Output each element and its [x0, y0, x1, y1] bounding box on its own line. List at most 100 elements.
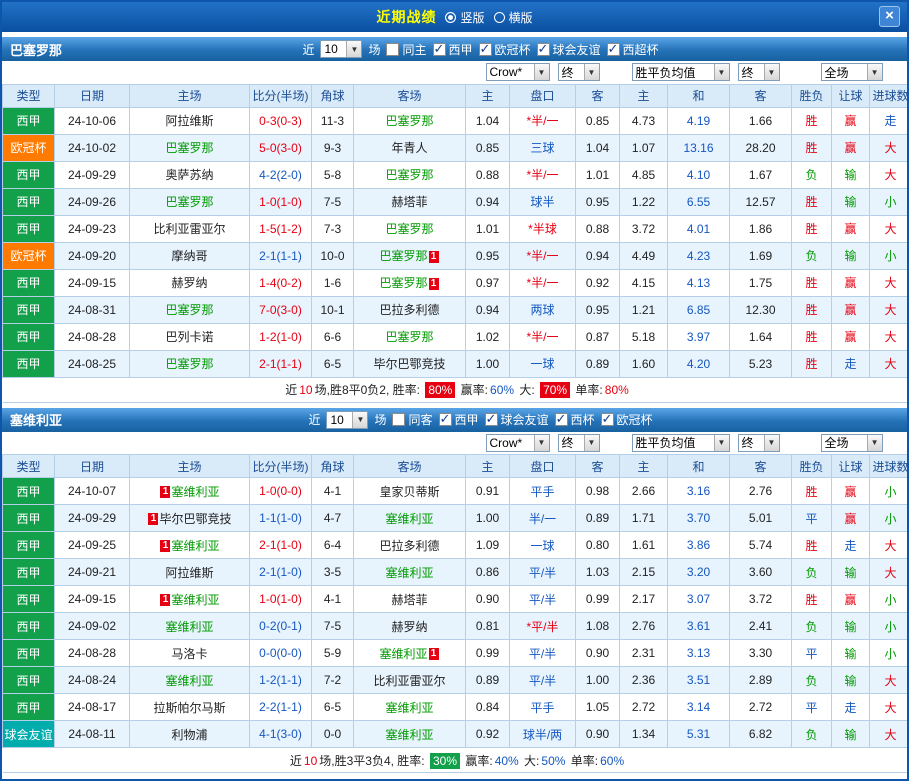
league-filter-checkbox[interactable]: 球会友谊 [537, 41, 601, 58]
home-team-name[interactable]: 拉斯帕尔马斯 [153, 701, 225, 715]
away-team-name[interactable]: 巴拉多利德 [379, 303, 439, 317]
away-team-name[interactable]: 皇家贝蒂斯 [379, 485, 439, 499]
close-button[interactable]: × [879, 6, 900, 27]
score-cell[interactable]: 2-2(1-1) [250, 694, 312, 721]
home-team-name[interactable]: 塞维利亚 [165, 674, 213, 688]
layout-vertical-radio[interactable]: 竖版 [445, 9, 484, 26]
home-team-name[interactable]: 巴塞罗那 [165, 195, 213, 209]
match-date: 24-09-23 [55, 215, 130, 242]
away-team-name[interactable]: 比利亚雷亚尔 [373, 674, 445, 688]
league-filter-checkbox[interactable]: 欧冠杯 [601, 411, 653, 428]
score-cell[interactable]: 1-2(1-1) [250, 667, 312, 694]
home-team-name[interactable]: 巴塞罗那 [165, 141, 213, 155]
home-team-name[interactable]: 塞维利亚 [171, 485, 219, 499]
home-team-cell: 奥萨苏纳 [130, 161, 250, 188]
away-team-name[interactable]: 塞维利亚 [385, 566, 433, 580]
score-cell[interactable]: 1-0(1-0) [250, 188, 312, 215]
away-team-name[interactable]: 毕尔巴鄂竞技 [373, 357, 445, 371]
chevron-down-icon: ▼ [867, 64, 882, 80]
home-team-name[interactable]: 塞维利亚 [171, 593, 219, 607]
scope-select[interactable]: 全场▼ [821, 63, 883, 81]
odds-stage-select[interactable]: 终▼ [558, 63, 600, 81]
layout-horizontal-radio[interactable]: 横版 [494, 9, 533, 26]
avg-stage-select[interactable]: 终▼ [738, 434, 780, 452]
home-team-name[interactable]: 阿拉维斯 [165, 114, 213, 128]
away-team-name[interactable]: 巴塞罗那 [385, 222, 433, 236]
titlebar-center: 近期战绩 竖版 横版 [2, 7, 907, 27]
away-team-name[interactable]: 巴塞罗那 [385, 330, 433, 344]
score-cell[interactable]: 4-2(2-0) [250, 161, 312, 188]
home-team-name[interactable]: 巴列卡诺 [165, 330, 213, 344]
match-count-select[interactable]: 10▼ [320, 40, 362, 58]
home-team-name[interactable]: 比利亚雷亚尔 [153, 222, 225, 236]
home-team-name[interactable]: 巴塞罗那 [165, 303, 213, 317]
handicap-line: 球半 [510, 188, 576, 215]
layout-horizontal-label: 横版 [509, 9, 533, 26]
score-cell[interactable]: 0-0(0-0) [250, 640, 312, 667]
avg-filter-cell: 胜平负均值▼ 终▼ [620, 61, 792, 84]
home-team-name[interactable]: 塞维利亚 [171, 539, 219, 553]
league-type-cell: 西甲 [3, 296, 55, 323]
league-filter-checkbox[interactable]: 西甲 [439, 411, 479, 428]
score-cell[interactable]: 7-0(3-0) [250, 296, 312, 323]
avg-type-select[interactable]: 胜平负均值▼ [632, 63, 730, 81]
away-team-name[interactable]: 巴塞罗那 [385, 114, 433, 128]
avg-stage-select[interactable]: 终▼ [738, 63, 780, 81]
league-filter-checkbox[interactable]: 球会友谊 [485, 411, 549, 428]
league-filter-checkbox[interactable]: 西杯 [555, 411, 595, 428]
avg-away-odds: 2.72 [730, 694, 792, 721]
match-date: 24-08-28 [55, 640, 130, 667]
same-venue-checkbox[interactable]: 同客 [392, 411, 432, 428]
score-cell[interactable]: 0-2(0-1) [250, 613, 312, 640]
home-team-name[interactable]: 毕尔巴鄂竞技 [159, 512, 231, 526]
score-cell[interactable]: 2-1(1-0) [250, 559, 312, 586]
bookmaker-select[interactable]: Crow*▼ [486, 434, 550, 452]
away-team-name[interactable]: 巴塞罗那 [379, 276, 427, 290]
score-cell[interactable]: 2-1(1-1) [250, 350, 312, 377]
score-cell[interactable]: 2-1(1-1) [250, 242, 312, 269]
away-team-name[interactable]: 赫塔菲 [391, 593, 427, 607]
score-cell[interactable]: 0-3(0-3) [250, 107, 312, 134]
score-cell[interactable]: 1-1(1-0) [250, 505, 312, 532]
score-cell[interactable]: 5-0(3-0) [250, 134, 312, 161]
league-filter-checkbox[interactable]: 欧冠杯 [479, 41, 531, 58]
score-cell[interactable]: 4-1(3-0) [250, 721, 312, 748]
score-cell[interactable]: 2-1(1-0) [250, 532, 312, 559]
league-filter-checkbox[interactable]: 西甲 [433, 41, 473, 58]
home-team-name[interactable]: 马洛卡 [171, 647, 207, 661]
match-date: 24-08-25 [55, 350, 130, 377]
away-team-name[interactable]: 塞维利亚 [385, 728, 433, 742]
away-team-name[interactable]: 赫塔菲 [391, 195, 427, 209]
away-team-name[interactable]: 赫罗纳 [391, 620, 427, 634]
score-cell[interactable]: 1-0(1-0) [250, 586, 312, 613]
home-team-name[interactable]: 奥萨苏纳 [165, 168, 213, 182]
score-cell[interactable]: 1-0(0-0) [250, 478, 312, 505]
avg-home-odds: 1.71 [620, 505, 668, 532]
same-venue-checkbox[interactable]: 同主 [386, 41, 426, 58]
home-team-name[interactable]: 利物浦 [171, 728, 207, 742]
away-team-name[interactable]: 巴塞罗那 [379, 249, 427, 263]
games-label: 场 [368, 41, 380, 58]
home-team-name[interactable]: 赫罗纳 [171, 276, 207, 290]
odds-stage-select[interactable]: 终▼ [558, 434, 600, 452]
match-count-select[interactable]: 10▼ [326, 411, 368, 429]
scope-select[interactable]: 全场▼ [821, 434, 883, 452]
away-team-name[interactable]: 巴塞罗那 [385, 168, 433, 182]
away-team-name[interactable]: 年青人 [391, 141, 427, 155]
away-team-name[interactable]: 塞维利亚 [379, 647, 427, 661]
league-filter-checkbox[interactable]: 西超杯 [607, 41, 659, 58]
home-team-name[interactable]: 摩纳哥 [171, 249, 207, 263]
score-cell[interactable]: 1-5(1-2) [250, 215, 312, 242]
home-team-name[interactable]: 塞维利亚 [165, 620, 213, 634]
home-team-name[interactable]: 巴塞罗那 [165, 357, 213, 371]
corner-cell: 5-8 [312, 161, 354, 188]
score-cell[interactable]: 1-4(0-2) [250, 269, 312, 296]
bookmaker-select[interactable]: Crow*▼ [486, 63, 550, 81]
home-team-name[interactable]: 阿拉维斯 [165, 566, 213, 580]
away-team-name[interactable]: 塞维利亚 [385, 701, 433, 715]
away-team-name[interactable]: 巴拉多利德 [379, 539, 439, 553]
away-team-name[interactable]: 塞维利亚 [385, 512, 433, 526]
avg-type-select[interactable]: 胜平负均值▼ [632, 434, 730, 452]
handicap-result-cell: 输 [832, 721, 870, 748]
score-cell[interactable]: 1-2(1-0) [250, 323, 312, 350]
